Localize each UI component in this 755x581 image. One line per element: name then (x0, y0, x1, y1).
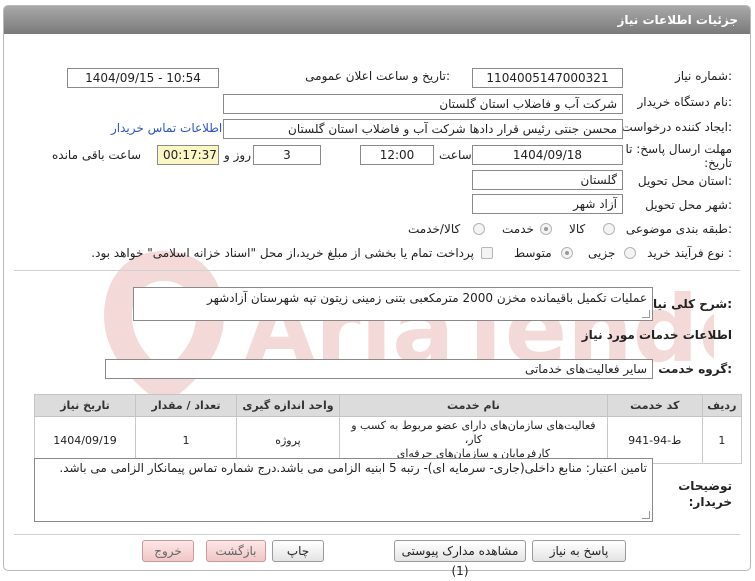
service-group-label: گروه خدمت: (658, 362, 732, 376)
process-option-minor: جزیی (588, 246, 616, 260)
need-details-window: جزئیات اطلاعات نیاز AriaTender.net شماره… (3, 5, 751, 578)
cell-code: ط-94-941 (606, 416, 703, 464)
buyer-org-label: نام دستگاه خریدار: (637, 95, 733, 109)
col-header-row: ردیف (701, 394, 743, 417)
window-title: جزئیات اطلاعات نیاز (617, 13, 738, 27)
treasury-checkbox[interactable] (481, 247, 493, 259)
time-label: ساعت (439, 148, 472, 162)
cell-date: 1404/09/19 (33, 416, 137, 464)
col-header-qty: تعداد / مقدار (135, 394, 237, 417)
category-radio-service[interactable] (540, 223, 552, 235)
buyer-notes-field[interactable]: تامین اعتبار: منابع داخلی(جاری- سرمایه ا… (34, 458, 653, 522)
need-number-field: 1104005147000321 (472, 68, 623, 88)
category-radio-goods[interactable] (603, 223, 615, 235)
view-docs-button[interactable]: مشاهده مدارک پیوستی (1) (394, 540, 526, 578)
description-general-label: شرح کلی نیاز: (646, 297, 732, 311)
announce-datetime-label: تاریخ و ساعت اعلان عمومی: (305, 69, 450, 83)
buyer-notes-label-line2: خریدار: (688, 495, 732, 509)
services-table: ردیف کد خدمت نام خدمت واحد اندازه گیری ت… (33, 394, 743, 464)
col-header-name: نام خدمت (338, 394, 608, 417)
process-radio-medium[interactable] (561, 247, 573, 259)
col-header-unit: واحد اندازه گیری (235, 394, 340, 417)
process-radio-minor[interactable] (624, 247, 636, 259)
cell-unit: پروژه (235, 416, 340, 464)
deadline-label: مهلت ارسال پاسخ: تا تاریخ: (625, 142, 732, 170)
cell-row: 1 (701, 416, 743, 464)
category-option-service: خدمت (502, 222, 534, 236)
announce-datetime-field: 1404/09/15 - 10:54 (67, 68, 219, 88)
requester-label: ایجاد کننده درخواست: (621, 120, 732, 134)
description-general-field[interactable]: عملیات تکمیل باقیمانده مخزن 2000 مترمکعب… (133, 287, 653, 321)
buyer-notes-text: تامین اعتبار: منابع داخلی(جاری- سرمایه ا… (59, 461, 647, 475)
col-header-code: کد خدمت (606, 394, 703, 417)
time-remaining-field: 00:17:37 (157, 145, 219, 165)
col-header-date: تاریخ نیاز (33, 394, 137, 417)
process-type-label: نوع فرآیند خرید : (647, 246, 732, 260)
day-label: روز و (224, 148, 251, 162)
cell-name-line1: فعالیت‌های سازمان‌های دارای عضو مربوط به… (351, 419, 596, 446)
buyer-contact-link[interactable]: اطلاعات تماس خریدار (111, 121, 222, 135)
watermark-logo-icon: AriaTender.net (104, 251, 714, 406)
category-option-goods: کالا (569, 222, 586, 236)
buyer-notes-label-line1: توضیحات (678, 479, 732, 493)
back-button[interactable]: بازگشت (206, 540, 266, 562)
footer-divider (14, 534, 740, 535)
services-info-heading: اطلاعات خدمات مورد نیاز (581, 328, 732, 342)
category-option-goods-service: کالا/خدمت (408, 222, 461, 236)
buyer-org-field: شرکت آب و فاضلاب استان گلستان (223, 94, 623, 114)
resize-grip-icon[interactable] (642, 511, 650, 519)
description-general-text: عملیات تکمیل باقیمانده مخزن 2000 مترمکعب… (207, 291, 647, 305)
section-divider (14, 270, 740, 271)
category-radio-goods-service[interactable] (473, 223, 485, 235)
deadline-label-line1: مهلت ارسال پاسخ: تا (625, 142, 732, 156)
delivery-province-label: استان محل تحویل: (637, 174, 732, 188)
exit-button[interactable]: خروج (142, 540, 194, 562)
buyer-notes-label: توضیحات خریدار: (678, 478, 732, 510)
reply-button[interactable]: پاسخ به نیاز (532, 540, 626, 562)
delivery-province-field: گلستان (472, 170, 623, 190)
delivery-city-field: آزاد شهر (472, 194, 623, 214)
window-title-bar: جزئیات اطلاعات نیاز (4, 6, 750, 34)
service-group-field: سایر فعالیت‌های خدماتی (105, 359, 653, 379)
requester-field: محسن جنتی رئیس قرار دادها شرکت آب و فاضل… (223, 119, 623, 139)
deadline-date-field: 1404/09/18 (472, 145, 623, 165)
table-row: 1 ط-94-941 فعالیت‌های سازمان‌های دارای ع… (33, 416, 743, 464)
category-label: طبقه بندی موضوعی: (625, 222, 732, 236)
resize-grip-icon[interactable] (642, 310, 650, 318)
delivery-city-label: شهر محل تحویل: (645, 198, 732, 212)
deadline-label-line2: تاریخ: (704, 156, 732, 170)
treasury-text: پرداخت تمام یا بخشی از مبلغ خرید،از محل … (91, 246, 474, 260)
days-remaining-field: 3 (253, 145, 321, 165)
deadline-time-field: 12:00 (360, 145, 434, 165)
need-number-label: شماره نیاز: (674, 69, 732, 83)
process-option-medium: متوسط (514, 246, 552, 260)
cell-qty: 1 (135, 416, 237, 464)
remaining-label: ساعت باقی مانده (52, 148, 142, 162)
print-button[interactable]: چاپ (272, 540, 324, 562)
cell-name: فعالیت‌های سازمان‌های دارای عضو مربوط به… (338, 416, 608, 464)
